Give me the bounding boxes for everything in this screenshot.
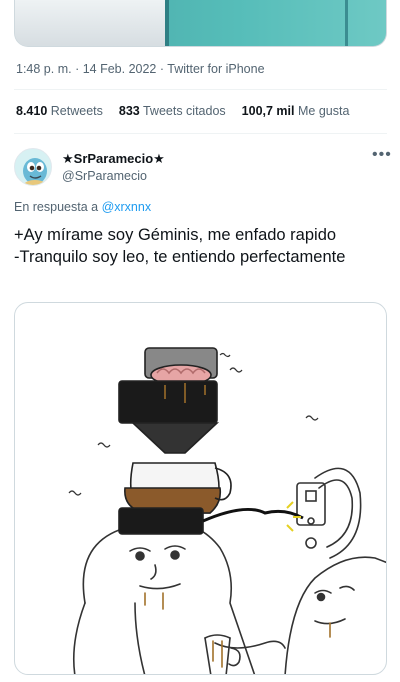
meta-separator: · [156, 62, 168, 76]
more-icon[interactable]: ••• [372, 146, 392, 164]
meme-drawing-illustration [68, 347, 386, 674]
meta-separator: · [71, 62, 83, 76]
media-strip [345, 0, 348, 46]
display-name[interactable]: ★SrParamecio★ [62, 151, 165, 167]
quotes-label: Tweets citados [142, 104, 226, 118]
likes-label: Me gusta [297, 104, 350, 118]
tweet-meta: 1:48 p. m. · 14 Feb. 2022 · Twitter for … [16, 62, 265, 76]
tweet-stats: 8.410 Retweets 833 Tweets citados 100,7 … [16, 104, 349, 118]
tweet-time[interactable]: 1:48 p. m. [16, 62, 72, 76]
divider [14, 133, 387, 134]
tweet-image[interactable] [14, 302, 387, 675]
likes-count: 100,7 mil [241, 104, 295, 118]
avatar[interactable] [14, 148, 52, 186]
media-fabric-area [15, 0, 165, 46]
media-strip [165, 0, 169, 46]
retweets-count: 8.410 [16, 104, 48, 118]
divider [14, 89, 387, 90]
in-reply-handle-link[interactable]: @xrxnnx [102, 200, 152, 214]
squirtle-avatar-icon [15, 149, 51, 185]
retweets-stat[interactable]: 8.410 Retweets [16, 104, 103, 118]
tweet-source[interactable]: Twitter for iPhone [167, 62, 264, 76]
likes-stat[interactable]: 100,7 mil Me gusta [242, 104, 350, 118]
tweet-text: +Ay mírame soy Géminis, me enfado rapido… [14, 226, 346, 266]
in-reply-to: En respuesta a @xrxnnx [14, 200, 151, 214]
tweet-date[interactable]: 14 Feb. 2022 [83, 62, 157, 76]
quotes-stat[interactable]: 833 Tweets citados [119, 104, 226, 118]
in-reply-prefix: En respuesta a [14, 200, 102, 214]
retweets-label: Retweets [50, 104, 103, 118]
previous-tweet-media[interactable] [14, 0, 387, 47]
quotes-count: 833 [118, 104, 140, 118]
user-handle[interactable]: @SrParamecio [62, 169, 147, 183]
